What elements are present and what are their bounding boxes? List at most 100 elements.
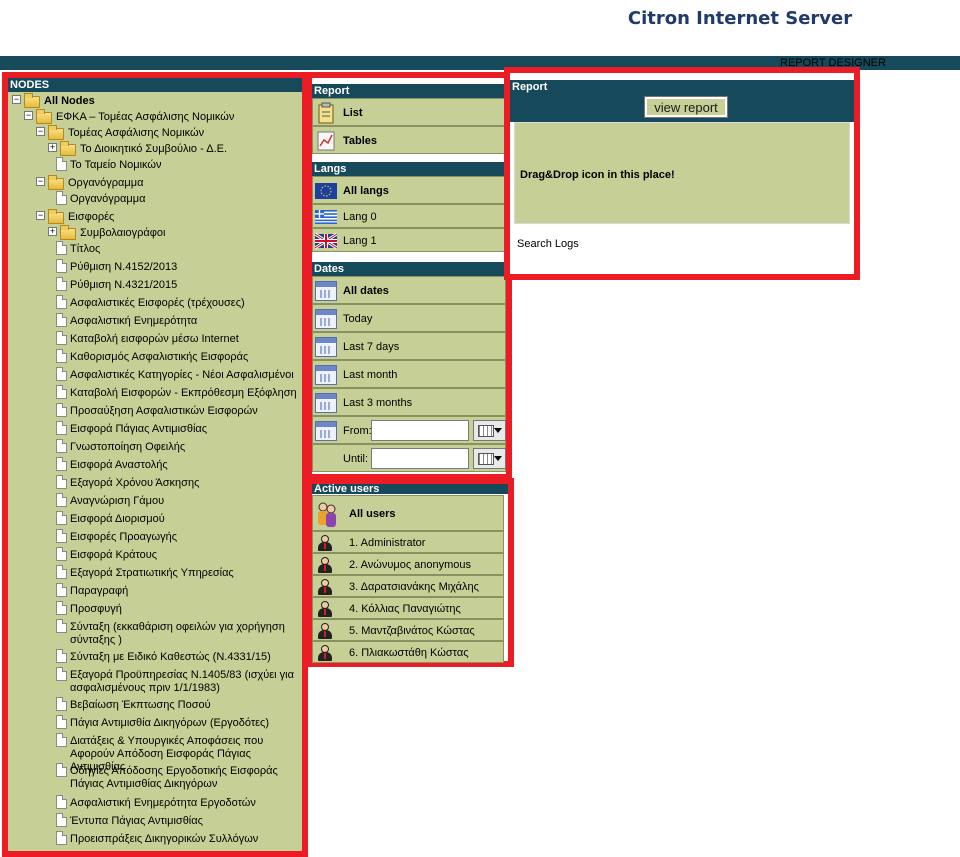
tree-doc-node[interactable]: Εξαγορά Χρόνου Άσκησης bbox=[8, 474, 302, 492]
all-langs-item[interactable]: All langs bbox=[312, 176, 506, 204]
tree-doc-node[interactable]: Παραγραφή bbox=[8, 582, 302, 600]
tree-node-label: Εισφορές Προαγωγής bbox=[70, 531, 178, 543]
tree-doc-node[interactable]: Ρύθμιση Ν.4152/2013 bbox=[8, 258, 302, 276]
tree-doc-node[interactable]: Προσφυγή bbox=[8, 600, 302, 618]
tree-node-label: Εισφορά Διορισμού bbox=[70, 513, 165, 525]
tree-node-label: Οργανόγραμμα bbox=[70, 193, 146, 205]
folder-icon bbox=[60, 225, 76, 240]
tree-doc-node[interactable]: Γνωστοποίηση Οφειλής bbox=[8, 438, 302, 456]
tree-doc-node[interactable]: Ασφαλιστικές Εισφορές (τρέχουσες) bbox=[8, 294, 302, 312]
report-tables-item[interactable]: Tables bbox=[312, 126, 506, 154]
collapse-icon[interactable]: − bbox=[36, 211, 45, 220]
tree-doc-node[interactable]: Προσαύξηση Ασφαλιστικών Εισφορών bbox=[8, 402, 302, 420]
report-panel-header: Report bbox=[510, 80, 854, 94]
tree-folder-node[interactable]: + Συμβολαιογράφοι bbox=[8, 224, 302, 240]
calendar-icon bbox=[315, 365, 337, 385]
tree-doc-node[interactable]: Σύνταξη με Ειδικό Καθεστώς (Ν.4331/15) bbox=[8, 648, 302, 666]
all-users-item[interactable]: All users bbox=[312, 495, 504, 531]
chart-icon bbox=[315, 130, 337, 152]
tree-node-label: Καταβολή εισφορών μέσω Internet bbox=[70, 333, 239, 345]
tree-node-label: Τίτλος bbox=[70, 243, 101, 255]
lang-0-item[interactable]: Lang 0 bbox=[312, 204, 506, 228]
tree-folder-node[interactable]: − Οργανόγραμμα bbox=[8, 174, 302, 190]
until-date-picker-button[interactable] bbox=[473, 448, 506, 469]
tree-doc-node[interactable]: Πάγια Αντιμισθία Δικηγόρων (Εργοδότες) bbox=[8, 714, 302, 732]
expand-icon[interactable]: + bbox=[48, 143, 57, 152]
user-item[interactable]: 3. Δαρατσιανάκης Μιχάλης bbox=[312, 575, 504, 597]
collapse-icon[interactable]: − bbox=[36, 177, 45, 186]
last-3-months-item[interactable]: Last 3 months bbox=[312, 388, 506, 416]
user-item[interactable]: 6. Πλιακωστάθη Κώστας bbox=[312, 641, 504, 663]
user-item[interactable]: 5. Μαντζαβινάτος Κώστας bbox=[312, 619, 504, 641]
user-label: 3. Δαρατσιανάκης Μιχάλης bbox=[349, 581, 479, 593]
user-icon bbox=[317, 535, 333, 551]
tree-doc-node[interactable]: Βεβαίωση Έκπτωσης Ποσού bbox=[8, 696, 302, 714]
drop-zone[interactable]: Drag&Drop icon in this place! bbox=[514, 122, 850, 224]
document-icon bbox=[56, 331, 67, 345]
tree-folder-node[interactable]: − ΕΦΚΑ – Τομέας Ασφάλισης Νομικών bbox=[8, 108, 302, 124]
tree-doc-node[interactable]: Διατάξεις & Υπουργικές Αποφάσεις που Αφο… bbox=[8, 732, 302, 773]
document-icon bbox=[56, 475, 67, 489]
list-label: List bbox=[343, 107, 363, 119]
tree-doc-node[interactable]: Οργανόγραμμα bbox=[8, 190, 302, 208]
tree-folder-node[interactable]: − All Nodes bbox=[8, 92, 302, 108]
all-dates-item[interactable]: All dates bbox=[312, 276, 506, 304]
tree-doc-node[interactable]: Αναγνώριση Γάμου bbox=[8, 492, 302, 510]
tree-doc-node[interactable]: Οδηγίες Απόδοσης Εργοδοτικής Εισφοράς Πά… bbox=[8, 762, 302, 794]
from-label: From: bbox=[343, 425, 372, 437]
tree-doc-node[interactable]: Καταβολή εισφορών μέσω Internet bbox=[8, 330, 302, 348]
collapse-icon[interactable]: − bbox=[12, 95, 21, 104]
last-7-days-item[interactable]: Last 7 days bbox=[312, 332, 506, 360]
tree-folder-node[interactable]: − Εισφορές bbox=[8, 208, 302, 224]
collapse-icon[interactable]: − bbox=[36, 127, 45, 136]
tree-doc-node[interactable]: Εισφορά Κράτους bbox=[8, 546, 302, 564]
tree-folder-node[interactable]: + Το Διοικητικό Συμβούλιο - Δ.Ε. bbox=[8, 140, 302, 156]
tree-doc-node[interactable]: Εξαγορά Προϋπηρεσίας Ν.1405/83 (ισχύει γ… bbox=[8, 666, 302, 696]
document-icon bbox=[56, 565, 67, 579]
tree-doc-node[interactable]: Εξαγορά Στρατιωτικής Υπηρεσίας bbox=[8, 564, 302, 582]
last-3-months-label: Last 3 months bbox=[343, 397, 413, 409]
tree-doc-node[interactable]: Σύνταξη (εκκαθάριση οφειλών για χορήγηση… bbox=[8, 618, 302, 648]
tree-doc-node[interactable]: Ασφαλιστικές Κατηγορίες - Νέοι Ασφαλισμέ… bbox=[8, 366, 302, 384]
tree-node-label: Προσφυγή bbox=[70, 603, 122, 615]
drop-hint-text: Drag&Drop icon in this place! bbox=[520, 169, 675, 181]
tree-folder-node[interactable]: − Τομέας Ασφάλισης Νομικών bbox=[8, 124, 302, 140]
tree-doc-node[interactable]: Εισφορές Προαγωγής bbox=[8, 528, 302, 546]
folder-icon bbox=[24, 93, 40, 108]
from-date-input[interactable] bbox=[371, 420, 469, 441]
tree-doc-node[interactable]: Καταβολή Εισφορών - Εκπρόθεσμη Εξόφληση bbox=[8, 384, 302, 402]
tree-node-label: Το Ταμείο Νομικών bbox=[70, 159, 162, 171]
tree-node-label: Καταβολή Εισφορών - Εκπρόθεσμη Εξόφληση bbox=[70, 387, 297, 399]
document-icon bbox=[56, 511, 67, 525]
report-list-item[interactable]: List bbox=[312, 98, 506, 126]
tree-doc-node[interactable]: Το Ταμείο Νομικών bbox=[8, 156, 302, 174]
tree-doc-node[interactable]: Εισφορά Πάγιας Αντιμισθίας bbox=[8, 420, 302, 438]
tree-node-label: All Nodes bbox=[44, 95, 95, 107]
user-item[interactable]: 4. Κόλλιας Παναγιώτης bbox=[312, 597, 504, 619]
calendar-icon bbox=[315, 393, 337, 413]
view-report-button[interactable]: view report bbox=[644, 96, 728, 118]
tree-doc-node[interactable]: Προεισπράξεις Δικηγορικών Συλλόγων bbox=[8, 830, 302, 848]
tree-doc-node[interactable]: Εισφορά Αναστολής bbox=[8, 456, 302, 474]
tree-doc-node[interactable]: Ρύθμιση Ν.4321/2015 bbox=[8, 276, 302, 294]
from-date-picker-button[interactable] bbox=[473, 420, 506, 441]
today-item[interactable]: Today bbox=[312, 304, 506, 332]
tree-node-label: Εξαγορά Προϋπηρεσίας Ν.1405/83 (ισχύει γ… bbox=[70, 669, 294, 694]
tables-label: Tables bbox=[343, 135, 378, 147]
tree-node-label: Εξαγορά Χρόνου Άσκησης bbox=[70, 477, 200, 489]
expand-icon[interactable]: + bbox=[48, 227, 57, 236]
tree-doc-node[interactable]: Τίτλος bbox=[8, 240, 302, 258]
tree-node-label: Εισφορά Κράτους bbox=[70, 549, 158, 561]
document-icon bbox=[56, 277, 67, 291]
user-item[interactable]: 2. Ανώνυμος anonymous bbox=[312, 553, 504, 575]
user-item[interactable]: 1. Administrator bbox=[312, 531, 504, 553]
collapse-icon[interactable]: − bbox=[24, 111, 33, 120]
tree-doc-node[interactable]: Έντυπα Πάγιας Αντιμισθίας bbox=[8, 812, 302, 830]
until-date-input[interactable] bbox=[371, 448, 469, 469]
tree-doc-node[interactable]: Εισφορά Διορισμού bbox=[8, 510, 302, 528]
tree-doc-node[interactable]: Ασφαλιστική Ενημερότητα bbox=[8, 312, 302, 330]
tree-doc-node[interactable]: Ασφαλιστική Ενημερότητα Εργοδοτών bbox=[8, 794, 302, 812]
lang-1-item[interactable]: Lang 1 bbox=[312, 228, 506, 252]
tree-doc-node[interactable]: Καθορισμός Ασφαλιστικής Εισφοράς bbox=[8, 348, 302, 366]
last-month-item[interactable]: Last month bbox=[312, 360, 506, 388]
